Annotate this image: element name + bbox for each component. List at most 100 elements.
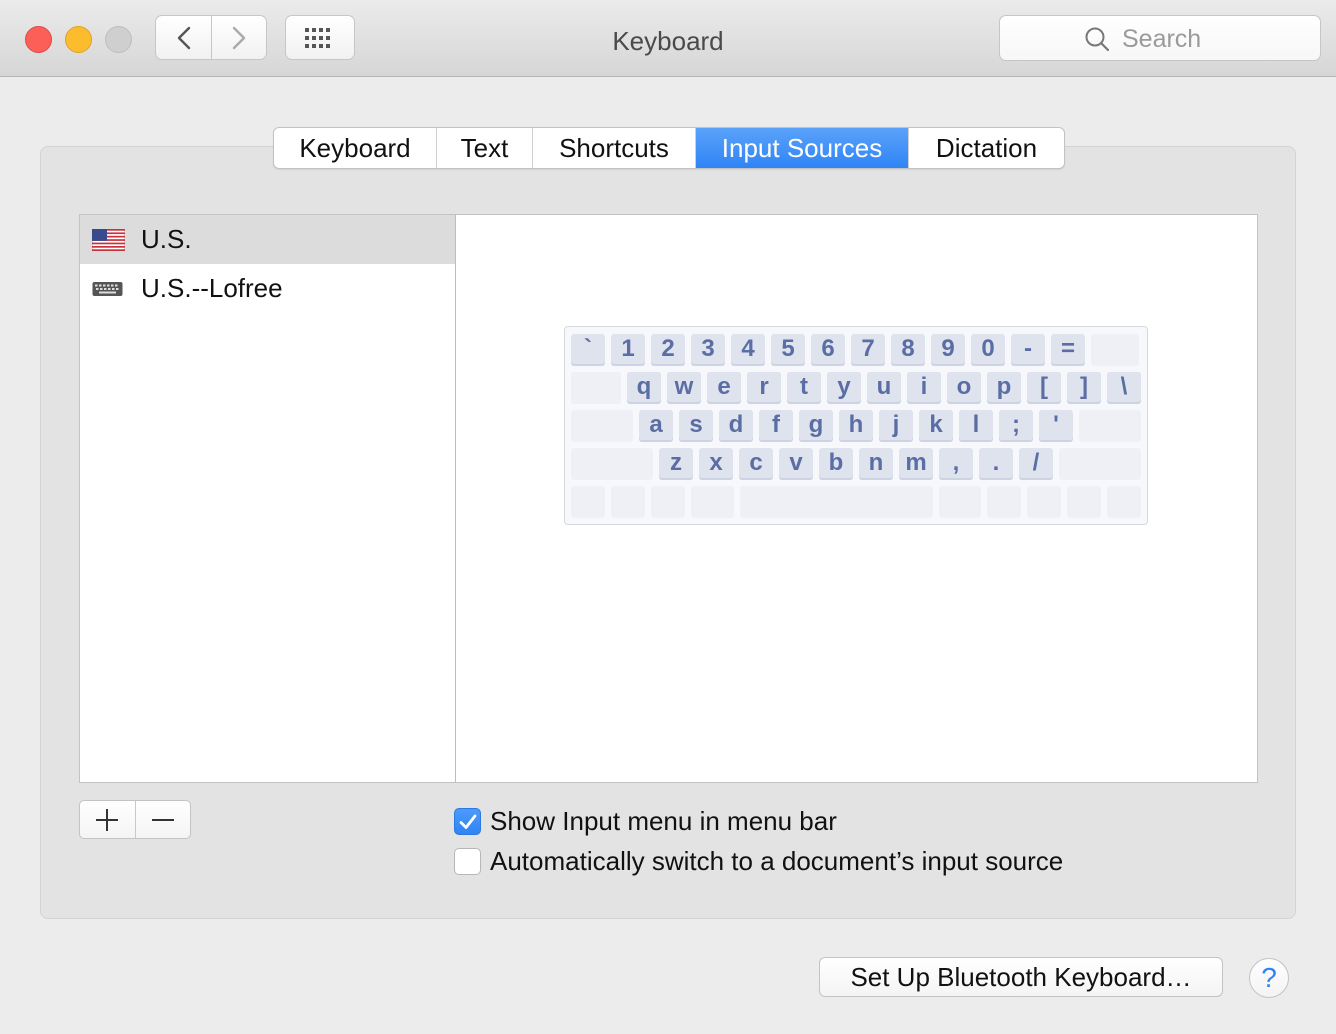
key: . [979,448,1013,480]
search-box[interactable] [999,15,1321,61]
key: 7 [851,334,885,366]
show-input-menu-checkbox[interactable] [454,807,481,835]
list-item[interactable]: U.S. [80,215,455,264]
key-fn [571,486,605,518]
key: p [987,372,1021,404]
key: c [739,448,773,480]
tab-input-sources[interactable]: Input Sources [696,128,909,168]
key-shift-right [1059,448,1141,480]
key: ] [1067,372,1101,404]
source-label: U.S.--Lofree [141,273,283,303]
key: 8 [891,334,925,366]
key-option-right [987,486,1021,518]
key-arrow-up-down [1067,486,1101,518]
key-arrow-right [1107,486,1141,518]
key: 2 [651,334,685,366]
add-source-button[interactable] [80,801,136,838]
auto-switch-label: Automatically switch to a document’s inp… [490,845,1064,876]
tab-keyboard[interactable]: Keyboard [274,128,437,168]
search-icon [1085,27,1110,52]
key-arrow-left [1027,486,1061,518]
key-row [571,486,1147,518]
key-tab [571,372,621,404]
key: g [799,410,833,442]
key: 6 [811,334,845,366]
key: l [959,410,993,442]
key: u [867,372,901,404]
key-row: q w e r t y u i o p [ ] \ [571,372,1147,404]
minus-icon [151,818,174,821]
key: ` [571,334,605,366]
key: \ [1107,372,1141,404]
us-flag-icon [92,229,125,251]
key: 3 [691,334,725,366]
key-row: ` 1 2 3 4 5 6 7 8 9 0 - = [571,334,1145,366]
input-source-list[interactable]: U.S. U.S.--Lofree [79,214,456,783]
key: i [907,372,941,404]
key: w [667,372,701,404]
key: = [1051,334,1085,366]
key-return [1079,410,1141,442]
key: s [679,410,713,442]
key: , [939,448,973,480]
plus-icon [96,808,119,831]
help-button[interactable]: ? [1249,958,1289,998]
key: [ [1027,372,1061,404]
keyboard-layout-viewer: ` 1 2 3 4 5 6 7 8 9 0 - = q w e r t y u … [564,326,1148,525]
checkmark-icon [459,814,477,829]
key: f [759,410,793,442]
tab-text[interactable]: Text [437,128,533,168]
add-remove-control [79,800,191,839]
auto-switch-option[interactable]: Automatically switch to a document’s inp… [454,846,1063,876]
key-row: z x c v b n m , . / [571,448,1147,480]
key: 0 [971,334,1005,366]
key: y [827,372,861,404]
key-delete [1091,334,1139,366]
key: ; [999,410,1033,442]
key-control [611,486,645,518]
list-item[interactable]: U.S.--Lofree [80,264,455,313]
title-bar: Keyboard [0,0,1336,77]
show-input-menu-option[interactable]: Show Input menu in menu bar [454,806,837,836]
key-row: a s d f g h j k l ; ' [571,410,1147,442]
key-command-left [691,486,734,518]
key: q [627,372,661,404]
key-command-right [939,486,981,518]
key: 9 [931,334,965,366]
key: n [859,448,893,480]
key: a [639,410,673,442]
key: r [747,372,781,404]
tab-dictation[interactable]: Dictation [909,128,1064,168]
key: x [699,448,733,480]
key-space [740,486,933,518]
key-caps-lock [571,410,633,442]
key-shift-left [571,448,653,480]
tab-bar: Keyboard Text Shortcuts Input Sources Di… [273,127,1065,169]
key: 5 [771,334,805,366]
auto-switch-checkbox[interactable] [454,847,481,875]
set-up-bluetooth-keyboard-button[interactable]: Set Up Bluetooth Keyboard… [819,957,1223,997]
key: j [879,410,913,442]
show-input-menu-label: Show Input menu in menu bar [490,805,837,836]
key: v [779,448,813,480]
key: ' [1039,410,1073,442]
key: b [819,448,853,480]
tab-shortcuts[interactable]: Shortcuts [533,128,696,168]
key: t [787,372,821,404]
key-option [651,486,685,518]
key: d [719,410,753,442]
key: m [899,448,933,480]
key: k [919,410,953,442]
key: o [947,372,981,404]
key: h [839,410,873,442]
key: 4 [731,334,765,366]
keyboard-icon [92,282,123,296]
key: / [1019,448,1053,480]
search-input[interactable] [1120,24,1314,54]
remove-source-button[interactable] [136,801,191,838]
key: z [659,448,693,480]
key: 1 [611,334,645,366]
key: - [1011,334,1045,366]
source-label: U.S. [141,224,192,254]
key: e [707,372,741,404]
